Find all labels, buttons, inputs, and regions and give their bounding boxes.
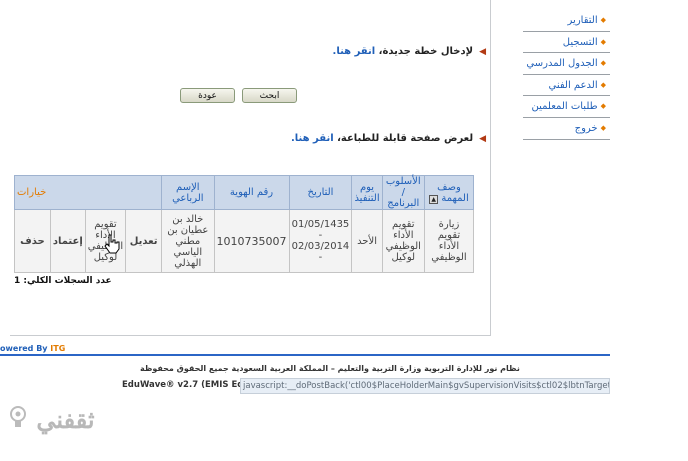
- copyright-text: نظام نور للإدارة التربوية وزارة التربية …: [140, 364, 520, 373]
- bullet-icon: ◆: [600, 123, 606, 132]
- table-row: حذف إعتماد تقويم الأداء الوظيفي لوكيل تع…: [14, 209, 475, 273]
- sort-icon[interactable]: ▲: [429, 194, 439, 204]
- sidebar-item-support[interactable]: ◆الدعم الفني: [523, 75, 610, 97]
- sidebar-item-label: خروج: [574, 122, 598, 134]
- col-header-day[interactable]: يوم التنفيذ: [351, 175, 383, 210]
- cell-date: 01/05/1435 - 02/03/2014 -: [288, 209, 353, 273]
- sidebar-item-registration[interactable]: ◆التسجيل: [523, 32, 610, 54]
- bullet-icon: ◆: [600, 102, 606, 111]
- table-header-row: خيارات الإسم الرباعي رقم الهوية التاريخ …: [13, 175, 475, 210]
- powered-by: owered By ITG: [0, 344, 65, 353]
- sidebar-item-logout[interactable]: ◆خروج: [523, 118, 610, 140]
- bullet-icon: ◆: [600, 59, 606, 68]
- bullet-icon: ◆: [600, 37, 606, 46]
- sidebar-item-label: الدعم الفني: [548, 79, 598, 91]
- arrow-icon: ◀: [479, 47, 486, 57]
- sidebar-item-label: طلبات المعلمين: [531, 101, 598, 113]
- print-link[interactable]: انقر هنا.: [291, 133, 334, 144]
- cell-program: تقويم الأداء الوظيفي لوكيل: [381, 209, 425, 273]
- sidebar-item-schedule[interactable]: ◆الجدول المدرسي: [523, 53, 610, 75]
- powered-prefix: owered By: [0, 344, 51, 353]
- sidebar-item-reports[interactable]: ◆التقارير: [523, 10, 610, 32]
- col-header-name[interactable]: الإسم الرباعي: [161, 175, 215, 210]
- new-plan-link[interactable]: انقر هنا.: [333, 46, 376, 57]
- col-header-task-label: وصف المهمة: [437, 181, 469, 204]
- new-plan-text: لإدخال خطة جديدة،: [378, 46, 474, 57]
- col-header-task[interactable]: وصف المهمة ▲: [423, 175, 475, 210]
- sidebar-item-teacher-requests[interactable]: ◆طلبات المعلمين: [523, 96, 610, 118]
- approve-link[interactable]: إعتماد: [49, 209, 86, 273]
- visits-table: خيارات الإسم الرباعي رقم الهوية التاريخ …: [13, 175, 475, 273]
- powered-brand: ITG: [50, 344, 66, 353]
- col-header-id[interactable]: رقم الهوية: [213, 175, 290, 210]
- col-header-date[interactable]: التاريخ: [288, 175, 353, 210]
- sidebar-item-label: الجدول المدرسي: [526, 58, 598, 70]
- print-line: ◀ لعرض صفحة قابلة للطباعة، انقر هنا.: [291, 133, 486, 144]
- sidebar-item-label: التقارير: [567, 15, 598, 26]
- watermark-text: ثقفني: [36, 405, 95, 434]
- sidebar-nav: ◆التقارير ◆التسجيل ◆الجدول المدرسي ◆الدع…: [523, 10, 610, 140]
- col-header-program[interactable]: الأسلوب / البرنامج: [381, 175, 425, 210]
- back-button[interactable]: عودة: [180, 88, 235, 103]
- status-bar: javascript:__doPostBack('ctl00$PlaceHold…: [240, 378, 610, 394]
- footer-divider: [0, 354, 610, 356]
- hand-cursor-icon: [104, 234, 120, 254]
- bullet-icon: ◆: [600, 16, 606, 24]
- cell-task: زيارة تقويم الأداء الوظيفي: [423, 209, 475, 273]
- cell-day: الأحد: [351, 209, 383, 273]
- new-plan-line: ◀ لإدخال خطة جديدة، انقر هنا.: [333, 46, 486, 57]
- col-header-options: خيارات: [13, 175, 163, 210]
- cell-id-number: 1010735007: [213, 209, 290, 273]
- sidebar-item-label: التسجيل: [562, 36, 598, 48]
- cell-name: خالد بن عطيان بن مطني الياسي الهذلي: [161, 209, 215, 273]
- delete-link[interactable]: حذف: [14, 209, 51, 273]
- print-text: لعرض صفحة قابلة للطباعة،: [337, 133, 474, 144]
- version-text: EduWave® v2.7 (EMIS Editio: [122, 380, 260, 390]
- arrow-icon: ◀: [479, 134, 486, 144]
- search-button[interactable]: ابحث: [242, 88, 297, 103]
- edit-link[interactable]: تعديل: [125, 209, 163, 273]
- lightbulb-icon: [10, 406, 26, 427]
- bullet-icon: ◆: [600, 80, 606, 89]
- watermark-logo: ثقفني: [8, 405, 95, 434]
- total-records: عدد السجلات الكلي: 1: [14, 276, 112, 286]
